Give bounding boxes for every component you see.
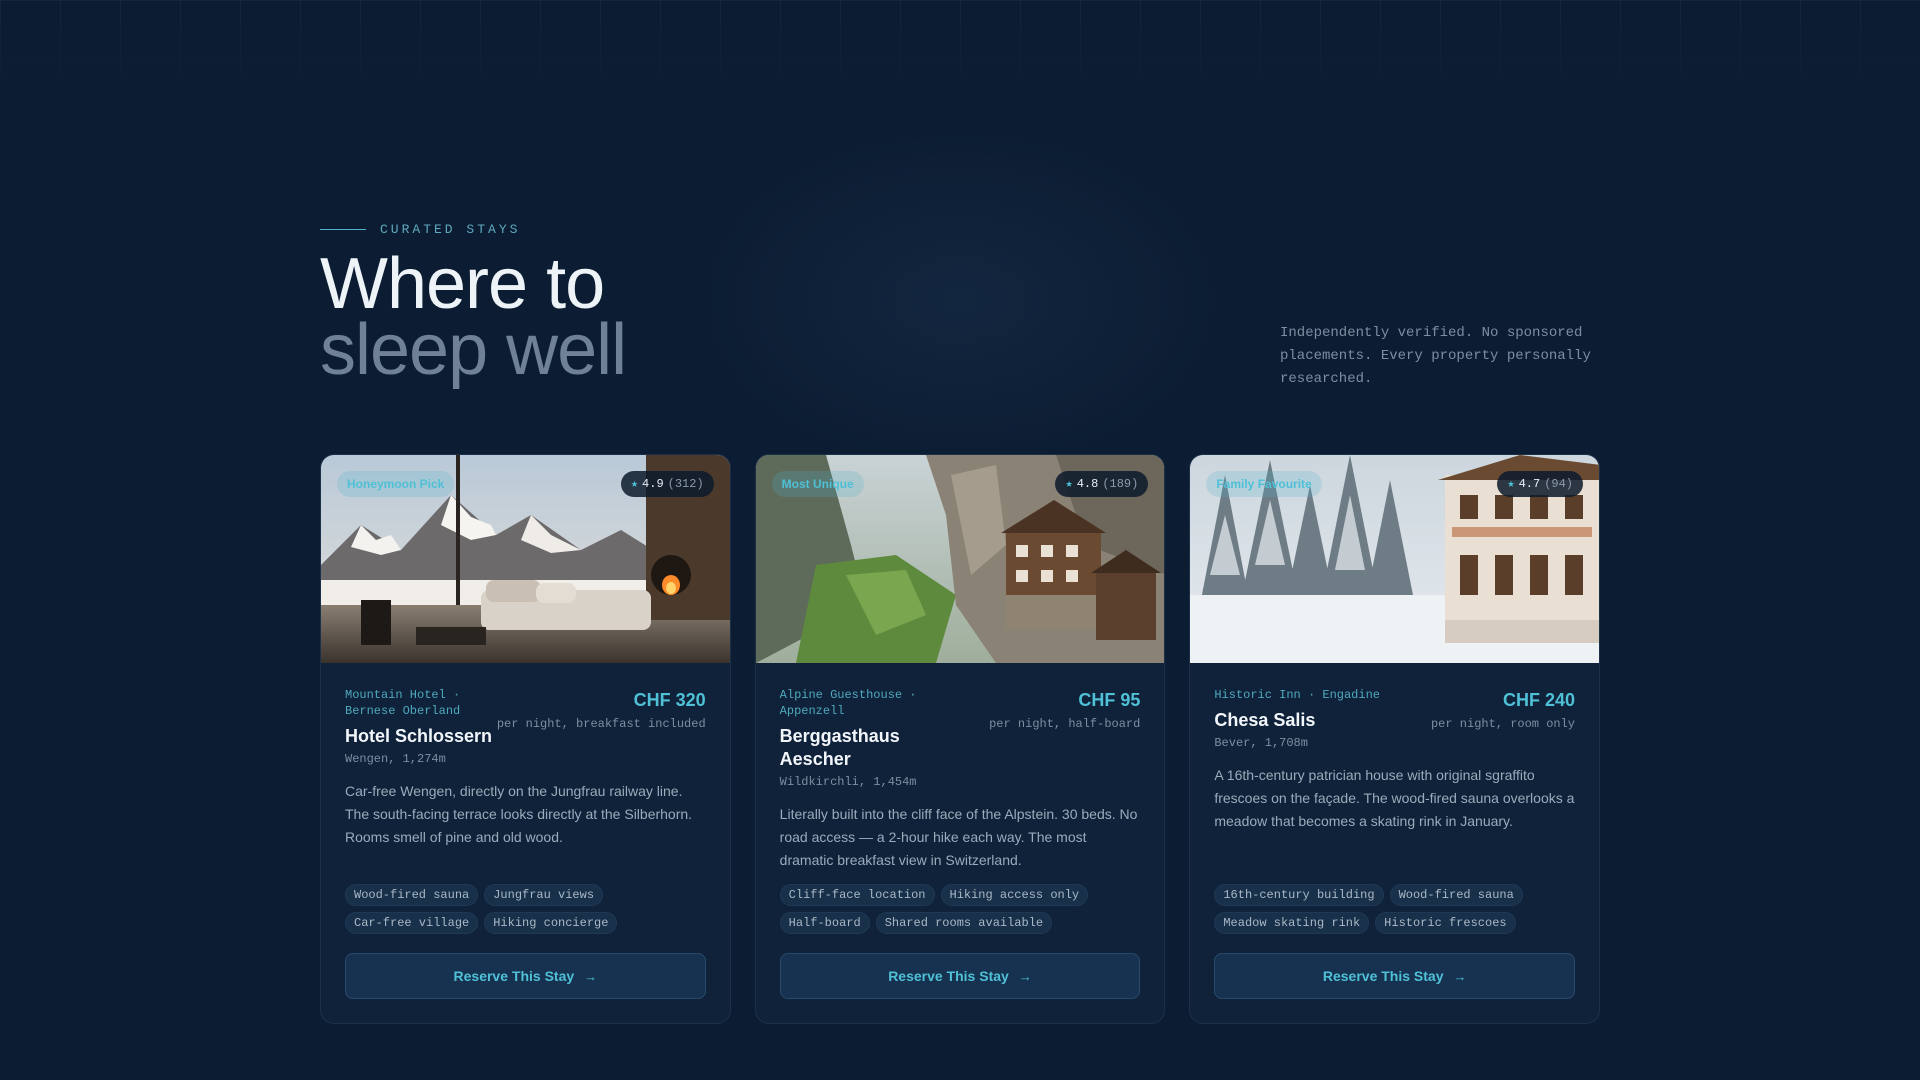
star-icon: ★ — [1507, 477, 1515, 491]
reserve-button[interactable]: Reserve This Stay → — [345, 953, 706, 999]
tag-list: Cliff-face location Hiking access only H… — [779, 884, 1141, 934]
reserve-button[interactable]: Reserve This Stay → — [779, 953, 1141, 999]
tag: Historic frescoes — [1375, 912, 1516, 934]
price-note: per night, breakfast included — [496, 717, 706, 731]
tag: Cliff-face location — [779, 884, 935, 906]
price: CHF 240 — [1502, 690, 1576, 710]
tag-list: Wood-fired sauna Jungfrau views Car-free… — [345, 884, 706, 934]
stay-image: Family Favourite ★ 4.7 (94) — [1190, 455, 1600, 663]
badge: Family Favourite — [1206, 471, 1322, 497]
eyebrow-line — [320, 229, 366, 230]
arrow-right-icon: → — [1018, 968, 1032, 984]
card-body: Alpine Guesthouse · Appenzell Berggastha… — [756, 663, 1165, 1023]
property-name: Hotel Schlossern — [345, 726, 493, 746]
stay-card: Family Favourite ★ 4.7 (94) Historic Inn ·… — [1189, 454, 1601, 1024]
property-name: Chesa Salis — [1214, 710, 1316, 730]
stay-cards: Honeymoon Pick ★ 4.9 (312) Mountain Hotel … — [320, 454, 1601, 1024]
tag: Meadow skating rink — [1214, 912, 1370, 934]
reserve-button-label: Reserve This Stay — [453, 968, 575, 984]
property-location: Wildkirchli, 1,454m — [779, 775, 917, 789]
tag: Hiking access only — [940, 884, 1089, 906]
arrow-right-icon: → — [1453, 968, 1467, 984]
review-count: (189) — [1102, 477, 1139, 491]
rating-value: 4.7 — [1518, 477, 1541, 491]
badge: Most Unique — [771, 471, 864, 497]
tag: Half-board — [779, 912, 870, 934]
rating-pill: ★ 4.8 (189) — [1055, 471, 1149, 497]
badge: Honeymoon Pick — [337, 471, 455, 497]
arrow-right-icon: → — [584, 968, 598, 984]
property-description: Literally built into the cliff face of t… — [779, 806, 1138, 868]
rating-pill: ★ 4.7 (94) — [1497, 471, 1584, 497]
tag: Wood-fired sauna — [345, 884, 479, 906]
property-location: Wengen, 1,274m — [345, 752, 446, 766]
property-type: Mountain Hotel · Bernese Oberland — [345, 688, 461, 718]
stay-image: Most Unique ★ 4.8 (189) — [755, 455, 1165, 663]
star-icon: ★ — [630, 477, 639, 491]
header-blurb: Independently verified. No sponsored pla… — [1280, 325, 1591, 387]
tag-list: 16th-century building Wood-fired sauna M… — [1214, 884, 1575, 934]
property-type: Historic Inn · Engadine — [1214, 688, 1380, 702]
rating-pill: ★ 4.9 (312) — [620, 471, 714, 497]
tag: Hiking concierge — [484, 912, 618, 934]
review-count: (312) — [667, 477, 704, 491]
section-header: CURATED STAYS Where to sleep well Indepe… — [320, 222, 1600, 402]
card-body: Mountain Hotel · Bernese Oberland Hotel … — [321, 663, 730, 1023]
property-description: A 16th-century patrician house with orig… — [1214, 767, 1575, 829]
rating-value: 4.8 — [1076, 477, 1099, 491]
title-line-1: Where to — [320, 244, 605, 324]
tag: 16th-century building — [1214, 884, 1384, 906]
eyebrow-text: CURATED STAYS — [380, 222, 521, 237]
background-grid — [0, 0, 1920, 100]
stay-card: Most Unique ★ 4.8 (189) Alpine Guesthouse … — [754, 454, 1166, 1024]
property-name: Berggasthaus Aescher — [779, 726, 900, 769]
property-description: Car-free Wengen, directly on the Jungfra… — [345, 783, 693, 845]
tag: Shared rooms available — [875, 912, 1053, 934]
price-note: per night, room only — [1430, 717, 1576, 731]
price-note: per night, half-board — [989, 717, 1141, 731]
stay-card: Honeymoon Pick ★ 4.9 (312) Mountain Hotel … — [320, 454, 731, 1024]
card-body: Historic Inn · Engadine Chesa Salis Beve… — [1190, 663, 1599, 1023]
star-icon: ★ — [1065, 477, 1073, 491]
review-count: (94) — [1544, 477, 1574, 491]
stay-image: Honeymoon Pick ★ 4.9 (312) — [321, 455, 730, 663]
eyebrow: CURATED STAYS — [320, 222, 1600, 237]
price: CHF 320 — [633, 690, 706, 710]
tag: Jungfrau views — [484, 884, 604, 906]
reserve-button-label: Reserve This Stay — [888, 968, 1009, 984]
reserve-button-label: Reserve This Stay — [1322, 968, 1444, 984]
reserve-button[interactable]: Reserve This Stay → — [1214, 953, 1576, 999]
tag: Car-free village — [345, 912, 479, 934]
rating-value: 4.9 — [642, 477, 664, 491]
property-type: Alpine Guesthouse · Appenzell — [779, 688, 917, 718]
property-location: Bever, 1,708m — [1214, 736, 1308, 750]
price: CHF 95 — [1078, 690, 1141, 710]
tag: Wood-fired sauna — [1389, 884, 1523, 906]
